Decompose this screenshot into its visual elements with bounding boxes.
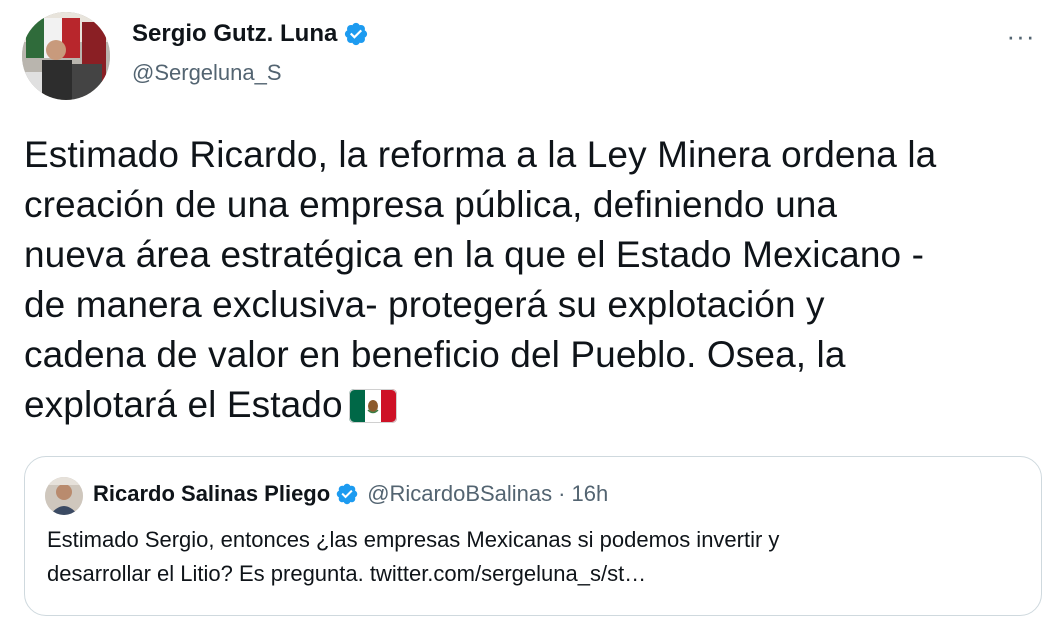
tweet-text-last-line: explotará el Estado — [24, 380, 1044, 430]
quoted-tweet[interactable]: Ricardo Salinas Pliego @RicardoBSalinas … — [24, 456, 1042, 616]
quoted-tweet-text: Estimado Sergio, entonces ¿las empresas … — [47, 523, 1017, 591]
author-name[interactable]: Sergio Gutz. Luna — [132, 20, 369, 48]
verified-badge-icon — [343, 21, 369, 47]
tweet-card: Sergio Gutz. Luna @Sergeluna_S ··· Estim… — [0, 0, 1059, 620]
quoted-author-name[interactable]: Ricardo Salinas Pliego — [93, 481, 330, 507]
tweet-text-line: explotará el Estado — [24, 384, 343, 425]
author-name-text[interactable]: Sergio Gutz. Luna — [132, 20, 337, 48]
tweet-text-line: de manera exclusiva- protegerá su explot… — [24, 284, 825, 325]
author-avatar[interactable] — [22, 12, 110, 100]
tweet-text-line: nueva área estratégica en la que el Esta… — [24, 234, 925, 275]
author-handle[interactable]: @Sergeluna_S — [132, 60, 282, 86]
quoted-text-line: desarrollar el Litio? Es pregunta. twitt… — [47, 561, 647, 586]
quoted-author-handle[interactable]: @RicardoBSalinas — [367, 481, 552, 507]
tweet-text-line: creación de una empresa pública, definie… — [24, 184, 838, 225]
mexico-flag-icon — [348, 386, 397, 423]
more-options-icon[interactable]: ··· — [1003, 18, 1039, 54]
quoted-tweet-header: Ricardo Salinas Pliego @RicardoBSalinas … — [93, 481, 608, 507]
tweet-text-line: cadena de valor en beneficio del Pueblo.… — [24, 334, 846, 375]
verified-badge-icon — [335, 482, 359, 506]
tweet-text: Estimado Ricardo, la reforma a la Ley Mi… — [24, 130, 1044, 430]
dot-separator: · — [558, 481, 566, 506]
quoted-text-line: Estimado Sergio, entonces ¿las empresas … — [47, 527, 780, 552]
quoted-tweet-timestamp[interactable]: 16h — [572, 481, 609, 507]
quoted-author-avatar[interactable] — [45, 477, 83, 515]
tweet-text-line: Estimado Ricardo, la reforma a la Ley Mi… — [24, 134, 937, 175]
